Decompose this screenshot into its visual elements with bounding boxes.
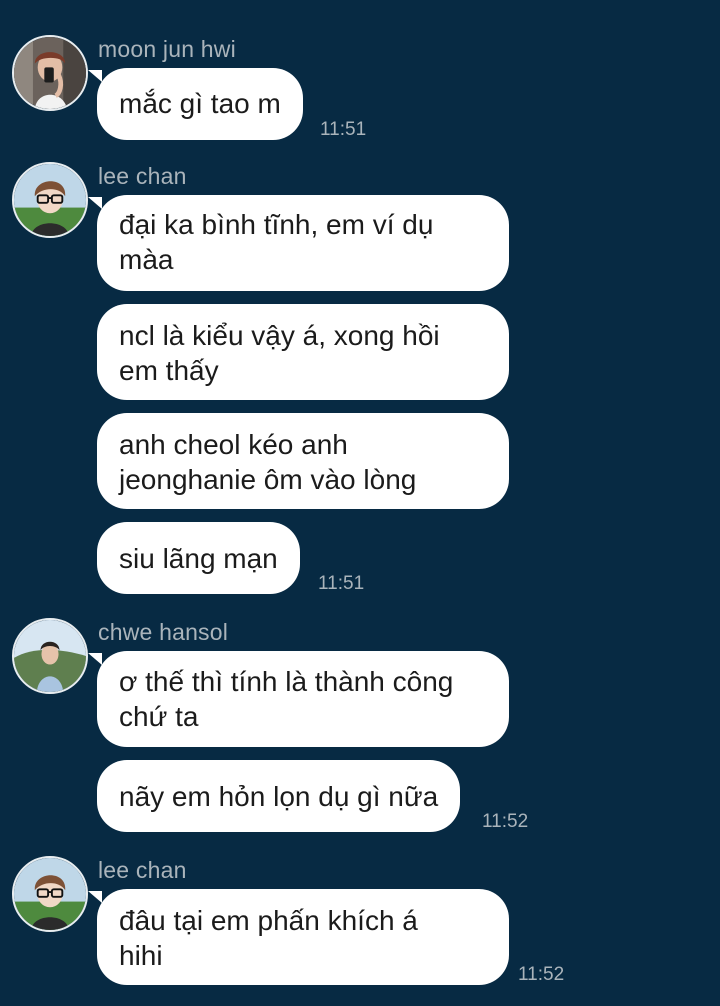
- sender-name: lee chan: [98, 163, 187, 189]
- message-bubble[interactable]: siu lãng mạn: [97, 522, 300, 594]
- avatar-image: [14, 620, 86, 692]
- message-bubble[interactable]: mắc gì tao m: [88, 68, 303, 140]
- message-line: hihi: [119, 940, 163, 971]
- message-bubble[interactable]: ncl là kiểu vậy á, xong hồi em thấy: [97, 304, 509, 400]
- sender-name: chwe hansol: [98, 619, 229, 645]
- message-timestamp: 11:51: [318, 573, 365, 594]
- message-bubble[interactable]: nãy em hỏn lọn dụ gì nữa: [97, 760, 461, 832]
- message-line: nãy em hỏn lọn dụ gì nữa: [119, 781, 439, 812]
- message-bubble[interactable]: ơ thế thì tính là thành công chứ ta: [88, 651, 509, 747]
- avatar-image: [14, 37, 86, 109]
- message-bubble[interactable]: đại ka bình tĩnh, em ví dụ màa: [88, 195, 509, 291]
- avatar-image: [14, 858, 86, 930]
- message-line: mắc gì tao m: [119, 88, 281, 119]
- message-line: siu lãng mạn: [119, 543, 278, 574]
- message-line: jeonghanie ôm vào lòng: [119, 464, 417, 495]
- message-timestamp: 11:51: [320, 119, 367, 140]
- message-line: ơ thế thì tính là thành công: [119, 666, 454, 697]
- message-line: anh cheol kéo anh: [119, 429, 348, 460]
- avatar-chwe-hansol[interactable]: [12, 618, 88, 694]
- message-bubble[interactable]: anh cheol kéo anh jeonghanie ôm vào lòng: [97, 413, 509, 509]
- message-line: em thấy: [119, 355, 219, 386]
- message-line: đại ka bình tĩnh, em ví dụ: [119, 209, 434, 240]
- sender-name: lee chan: [98, 857, 187, 883]
- avatar-image: [14, 164, 86, 236]
- message-line: màa: [119, 244, 174, 275]
- message-timestamp: 11:52: [518, 964, 565, 985]
- avatar-lee-chan[interactable]: [12, 162, 88, 238]
- message-timestamp: 11:52: [482, 811, 529, 832]
- message-line: ncl là kiểu vậy á, xong hồi: [119, 320, 440, 351]
- sender-name: moon jun hwi: [98, 36, 236, 62]
- message-line: chứ ta: [119, 701, 199, 732]
- avatar-lee-chan[interactable]: [12, 856, 88, 932]
- avatar-moon-jun-hwi[interactable]: [12, 35, 88, 111]
- message-bubble[interactable]: đâu tại em phấn khích á hihi: [88, 889, 509, 985]
- message-line: đâu tại em phấn khích á: [119, 905, 418, 936]
